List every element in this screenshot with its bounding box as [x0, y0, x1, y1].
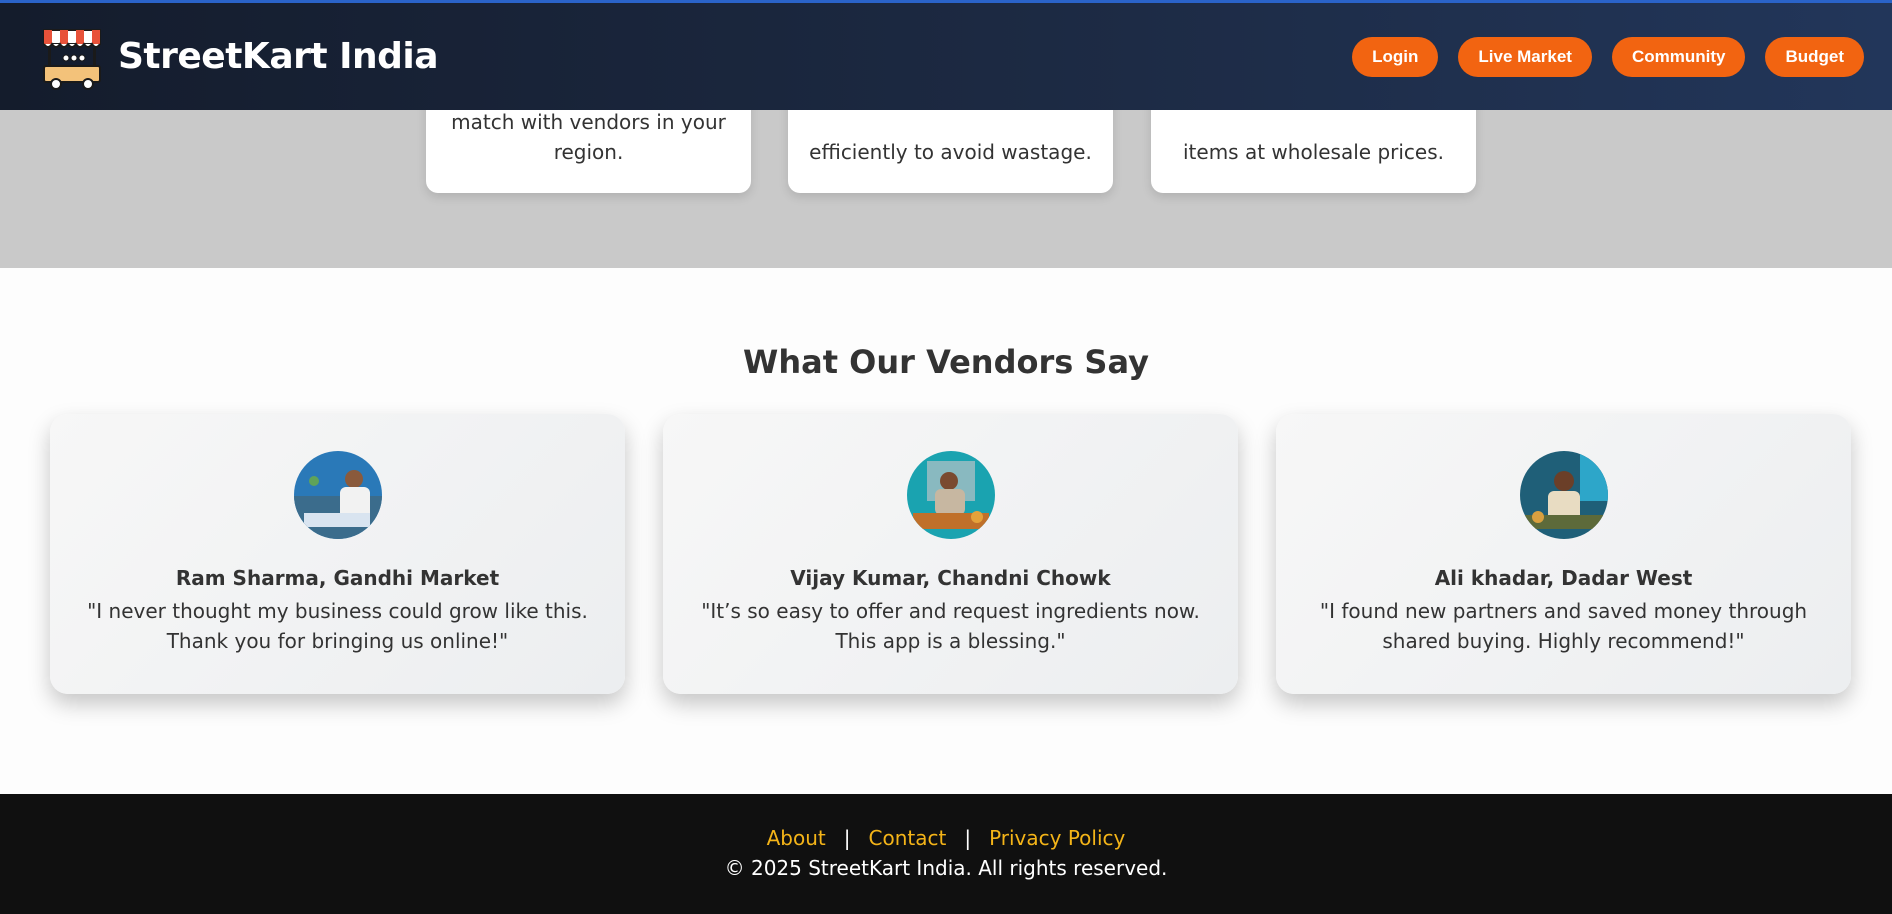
testimonial-card: Ali khadar, Dadar West "I found new part…: [1276, 414, 1851, 694]
feature-text: items at wholesale prices.: [1183, 140, 1444, 164]
vendor-photo: [294, 451, 382, 539]
community-button[interactable]: Community: [1611, 36, 1746, 77]
testimonials-heading: What Our Vendors Say: [743, 343, 1149, 381]
footer-separator: |: [843, 826, 851, 850]
vendor-photo: [907, 451, 995, 539]
testimonial-author: Ali khadar, Dadar West: [1434, 566, 1693, 590]
testimonial-quote: "It’s so easy to offer and request ingre…: [701, 599, 1200, 653]
feature-text: match with vendors in your region.: [451, 110, 726, 164]
testimonial-author: Ram Sharma, Gandhi Market: [175, 566, 500, 590]
feature-text: efficiently to avoid wastage.: [809, 140, 1092, 164]
avatar: [294, 451, 382, 539]
footer-link-privacy[interactable]: Privacy Policy: [989, 826, 1125, 850]
site-title: StreetKart India: [118, 36, 439, 77]
testimonial-card: Vijay Kumar, Chandni Chowk "It’s so easy…: [663, 414, 1238, 694]
brand[interactable]: StreetKart India: [40, 22, 439, 92]
login-button[interactable]: Login: [1352, 36, 1439, 77]
avatar: [907, 451, 995, 539]
footer-links: About | Contact | Privacy Policy: [0, 826, 1892, 850]
budget-button[interactable]: Budget: [1765, 36, 1864, 77]
vendor-photo: [1520, 451, 1608, 539]
live-market-button[interactable]: Live Market: [1458, 36, 1592, 77]
main-nav: Login Live Market Community Budget: [1352, 36, 1864, 77]
top-navbar: StreetKart India Login Live Market Commu…: [0, 0, 1892, 110]
avatar: [1520, 451, 1608, 539]
testimonial-author: Vijay Kumar, Chandni Chowk: [790, 566, 1111, 590]
site-footer: About | Contact | Privacy Policy © 2025 …: [0, 794, 1892, 914]
food-cart-icon: [43, 28, 101, 90]
footer-link-contact[interactable]: Contact: [869, 826, 947, 850]
footer-link-about[interactable]: About: [767, 826, 826, 850]
testimonial-quote: "I found new partners and saved money th…: [1319, 599, 1808, 653]
footer-separator: |: [964, 826, 972, 850]
testimonial-quote: "I never thought my business could grow …: [87, 599, 588, 653]
copyright-text: © 2025 StreetKart India. All rights rese…: [724, 856, 1168, 880]
testimonial-card: Ram Sharma, Gandhi Market "I never thoug…: [50, 414, 625, 694]
